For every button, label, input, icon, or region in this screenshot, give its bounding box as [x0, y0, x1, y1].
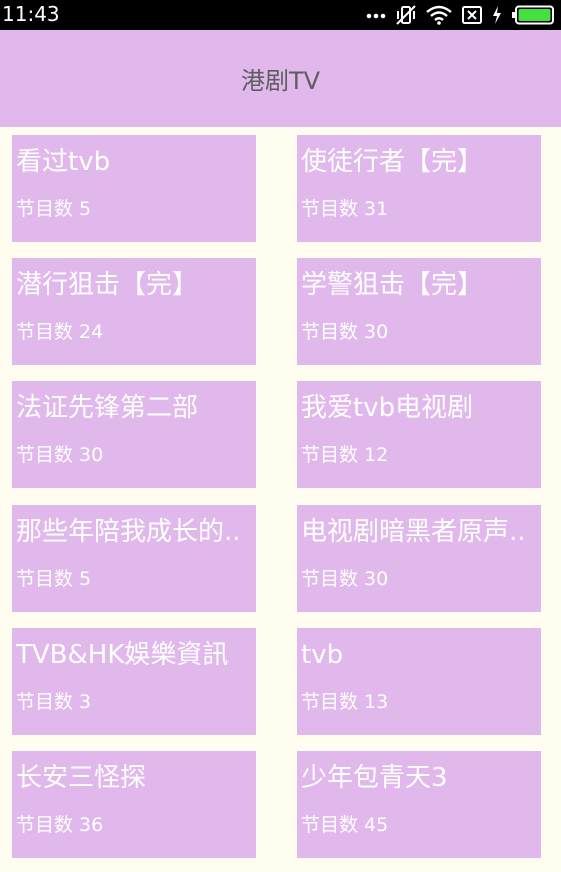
status-time: 11:43 — [2, 2, 60, 26]
playlist-title: 使徒行者【完】 — [301, 147, 484, 177]
wifi-icon — [426, 5, 452, 25]
playlist-grid: 看过tvb 节目数 5 使徒行者【完】 节目数 31 潜行狙击【完】 节目数 2… — [0, 127, 561, 872]
playlist-count: 节目数 24 — [16, 321, 104, 343]
playlist-count: 节目数 45 — [301, 814, 389, 836]
vibrate-off-icon — [395, 4, 417, 26]
app-bar: 港剧TV — [0, 30, 561, 127]
playlist-count: 节目数 36 — [16, 814, 104, 836]
playlist-card[interactable]: 我爱tvb电视剧 节目数 12 — [297, 381, 541, 488]
playlist-card[interactable]: 潜行狙击【完】 节目数 24 — [12, 258, 256, 365]
no-sim-icon — [461, 5, 483, 25]
playlist-title: 长安三怪探 — [16, 763, 147, 793]
charging-icon — [492, 5, 502, 25]
playlist-title: 看过tvb — [16, 147, 111, 177]
playlist-title: 潜行狙击【完】 — [16, 270, 199, 300]
playlist-count: 节目数 13 — [301, 691, 389, 713]
playlist-card[interactable]: 电视剧暗黑者原声.. 节目数 30 — [297, 505, 541, 612]
playlist-title: 我爱tvb电视剧 — [301, 393, 474, 423]
playlist-title: TVB&HK娛樂資訊 — [16, 640, 229, 670]
playlist-count: 节目数 31 — [301, 198, 389, 220]
playlist-count: 节目数 30 — [16, 444, 104, 466]
playlist-count: 节目数 30 — [301, 568, 389, 590]
playlist-count: 节目数 12 — [301, 444, 389, 466]
more-dots-icon — [366, 11, 386, 19]
playlist-card[interactable]: 长安三怪探 节目数 36 — [12, 751, 256, 858]
playlist-title: tvb — [301, 640, 344, 670]
playlist-title: 学警狙击【完】 — [301, 270, 484, 300]
app-title: 港剧TV — [240, 67, 321, 95]
playlist-count: 节目数 5 — [16, 198, 92, 220]
playlist-card[interactable]: 少年包青天3 节目数 45 — [297, 751, 541, 858]
playlist-card[interactable]: tvb 节目数 13 — [297, 628, 541, 735]
playlist-card[interactable]: 那些年陪我成长的.. 节目数 5 — [12, 505, 256, 612]
playlist-count: 节目数 5 — [16, 568, 92, 590]
status-bar: 11:43 — [0, 0, 561, 30]
playlist-card[interactable]: 法证先锋第二部 节目数 30 — [12, 381, 256, 488]
status-icons — [366, 3, 555, 27]
playlist-card[interactable]: 使徒行者【完】 节目数 31 — [297, 135, 541, 242]
playlist-card[interactable]: 看过tvb 节目数 5 — [12, 135, 256, 242]
playlist-card[interactable]: TVB&HK娛樂資訊 节目数 3 — [12, 628, 256, 735]
playlist-title: 法证先锋第二部 — [16, 393, 199, 423]
playlist-title: 少年包青天3 — [301, 763, 448, 793]
playlist-count: 节目数 30 — [301, 321, 389, 343]
playlist-title: 电视剧暗黑者原声.. — [301, 517, 526, 547]
playlist-card[interactable]: 学警狙击【完】 节目数 30 — [297, 258, 541, 365]
battery-icon — [511, 5, 555, 25]
playlist-count: 节目数 3 — [16, 691, 92, 713]
playlist-title: 那些年陪我成长的.. — [16, 517, 241, 547]
